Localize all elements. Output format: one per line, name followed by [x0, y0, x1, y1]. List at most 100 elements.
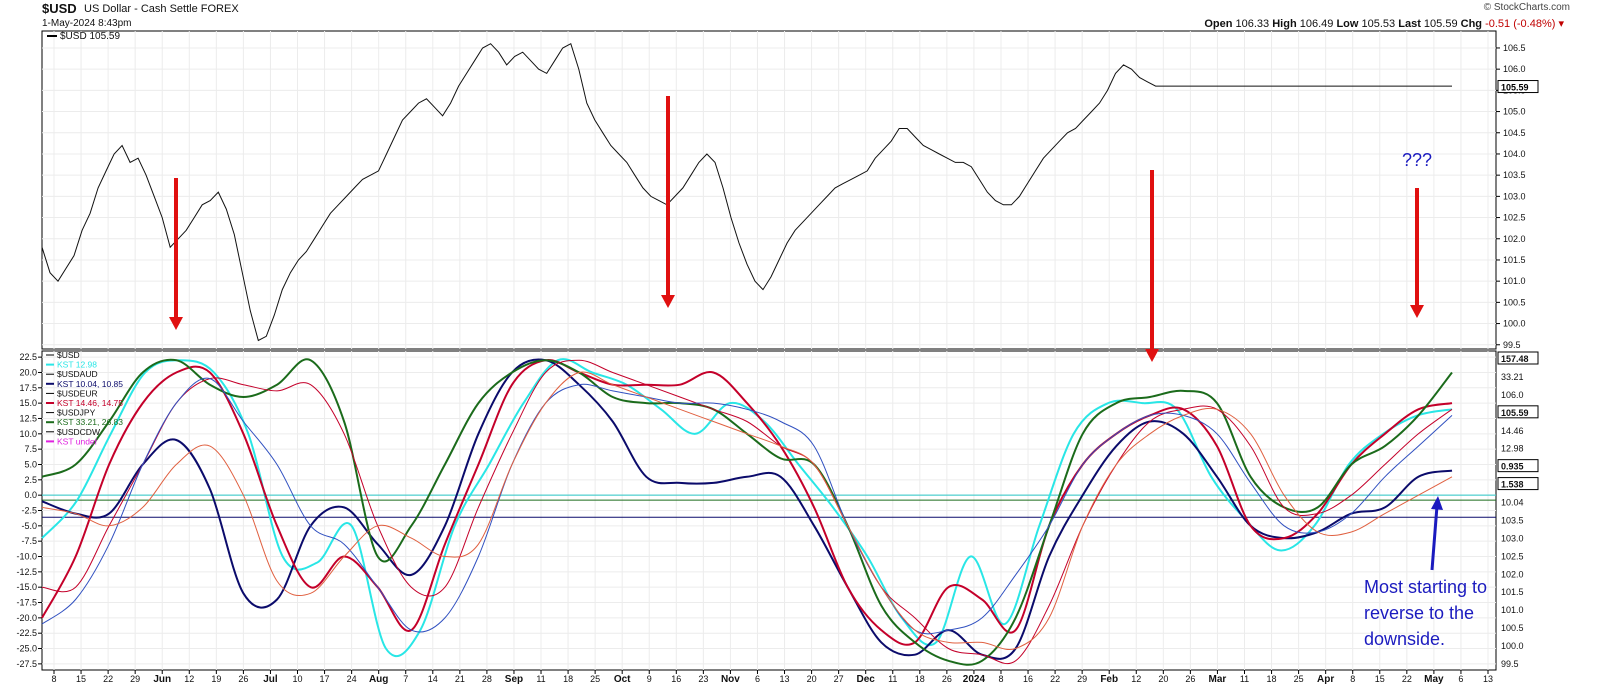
kst-y-tick-label: -12.5	[16, 567, 37, 577]
x-tick-label: 17	[320, 674, 330, 684]
price-y-tick-label: 105.0	[1503, 107, 1526, 117]
price-y-tick-label: 106.5	[1503, 43, 1526, 53]
x-tick-label: 26	[238, 674, 248, 684]
question-annotation: ???	[1402, 150, 1433, 170]
chart-canvas: 8 15 22 29 Jun 12 19 26 Jul 10 17 24 Aug 7 14 21 28 Sep 11…	[16, 30, 1539, 685]
x-tick-label: 15	[76, 674, 86, 684]
kst-right-label: 14.46	[1501, 426, 1524, 436]
kst-legend-label: KST 12.98	[57, 360, 97, 370]
kst-y-tick-label: -15.0	[16, 582, 37, 592]
x-tick-label: 8	[998, 674, 1003, 684]
x-tick-label: Dec	[857, 674, 876, 685]
x-tick-label: 25	[1294, 674, 1304, 684]
x-tick-label: 20	[807, 674, 817, 684]
x-tick-label: 6	[1458, 674, 1463, 684]
x-tick-label: 14	[428, 674, 438, 684]
kst-right-label: 105.59	[1501, 408, 1529, 418]
x-tick-label: 7	[403, 674, 408, 684]
price-y-tick-label: 104.5	[1503, 128, 1526, 138]
x-tick-label: 21	[455, 674, 465, 684]
x-tick-label: 6	[755, 674, 760, 684]
kst-right-label: 12.98	[1501, 444, 1524, 454]
x-tick-label: 18	[1267, 674, 1277, 684]
note-line-1: Most starting to	[1364, 577, 1488, 597]
x-tick-label: 27	[834, 674, 844, 684]
kst-legend-label: KST undef	[57, 436, 98, 446]
x-tick-label: Oct	[614, 674, 631, 685]
x-tick-label: 2024	[963, 674, 986, 685]
x-tick-label: 16	[1023, 674, 1033, 684]
x-tick-label: 18	[915, 674, 925, 684]
price-y-tick-label: 101.5	[1503, 255, 1526, 265]
x-tick-label: 16	[671, 674, 681, 684]
kst-y-tick-label: 10.0	[19, 429, 37, 439]
price-y-tick-label: 106.0	[1503, 64, 1526, 74]
x-tick-label: Feb	[1100, 674, 1118, 685]
x-tick-label: Sep	[505, 674, 523, 685]
price-y-tick-label: 103.5	[1503, 170, 1526, 180]
x-tick-label: 11	[1240, 674, 1249, 684]
kst-y-tick-label: 15.0	[19, 398, 37, 408]
kst-right-label: 0.935	[1501, 462, 1524, 472]
x-tick-label: Jul	[263, 674, 278, 685]
x-tick-label: 25	[590, 674, 600, 684]
price-y-tick-label: 101.0	[1503, 276, 1526, 286]
kst-y-tick-label: -10.0	[16, 552, 37, 562]
kst-y-tick-label: 22.5	[19, 352, 37, 362]
price-y-tick-label: 99.5	[1503, 340, 1521, 350]
kst-y-tick-label: 12.5	[19, 413, 37, 423]
kst-y-tick-label: -22.5	[16, 628, 37, 638]
x-tick-label: 20	[1158, 674, 1168, 684]
kst-right-label: 1.538	[1501, 480, 1524, 490]
kst-right-label: 103.5	[1501, 515, 1524, 525]
x-tick-label: 8	[51, 674, 56, 684]
x-tick-label: 26	[942, 674, 952, 684]
kst-right-label: 99.5	[1501, 659, 1519, 669]
kst-y-tick-label: -5.0	[21, 521, 37, 531]
x-tick-label: Aug	[369, 674, 388, 685]
kst-legend-label: KST 14.46, 14.75	[57, 398, 123, 408]
kst-y-tick-label: -2.5	[21, 506, 37, 516]
x-tick-label: 13	[1483, 674, 1493, 684]
x-tick-label: 29	[130, 674, 140, 684]
kst-y-tick-label: 0.0	[24, 490, 37, 500]
kst-right-label: 103.0	[1501, 533, 1524, 543]
kst-y-tick-label: -20.0	[16, 613, 37, 623]
x-tick-label: 22	[1050, 674, 1060, 684]
x-tick-label: 10	[293, 674, 303, 684]
kst-right-label: 101.5	[1501, 587, 1524, 597]
price-panel	[41, 30, 1497, 350]
price-y-tick-label: 100.0	[1503, 319, 1526, 329]
x-tick-label: 9	[647, 674, 652, 684]
kst-y-tick-label: 5.0	[24, 459, 37, 469]
price-y-tick-label: 100.5	[1503, 297, 1526, 307]
kst-y-tick-label: 2.5	[24, 475, 37, 485]
x-tick-label: 11	[888, 674, 897, 684]
kst-y-tick-label: 20.0	[19, 367, 37, 377]
kst-legend-label: KST 33.21, 26.83	[57, 417, 123, 427]
kst-y-tick-label: 7.5	[24, 444, 37, 454]
price-y-tick-label: 102.5	[1503, 213, 1526, 223]
kst-legend-label: $USDAUD	[57, 369, 98, 379]
kst-y-tick-label: -27.5	[16, 659, 37, 669]
x-tick-label: 19	[211, 674, 221, 684]
kst-y-tick-label: -25.0	[16, 644, 37, 654]
x-tick-label: 12	[184, 674, 194, 684]
kst-legend-label: $USD	[57, 350, 80, 360]
x-tick-label: 11	[536, 674, 545, 684]
x-tick-label: 22	[103, 674, 113, 684]
note-line-3: downside.	[1364, 629, 1446, 649]
kst-right-label: 10.04	[1501, 498, 1524, 508]
x-tick-label: 23	[698, 674, 708, 684]
price-legend-label: $USD 105.59	[60, 31, 120, 42]
x-tick-label: Apr	[1317, 674, 1334, 685]
kst-right-label: 100.5	[1501, 623, 1524, 633]
kst-right-label: 157.48	[1501, 354, 1529, 364]
x-tick-label: 13	[780, 674, 790, 684]
price-y-tick-label: 104.0	[1503, 149, 1526, 159]
x-tick-label: Nov	[721, 674, 740, 685]
x-tick-label: Jun	[153, 674, 171, 685]
x-tick-label: Mar	[1209, 674, 1227, 685]
price-y-tick-label: 102.0	[1503, 234, 1526, 244]
x-tick-label: May	[1424, 674, 1444, 685]
